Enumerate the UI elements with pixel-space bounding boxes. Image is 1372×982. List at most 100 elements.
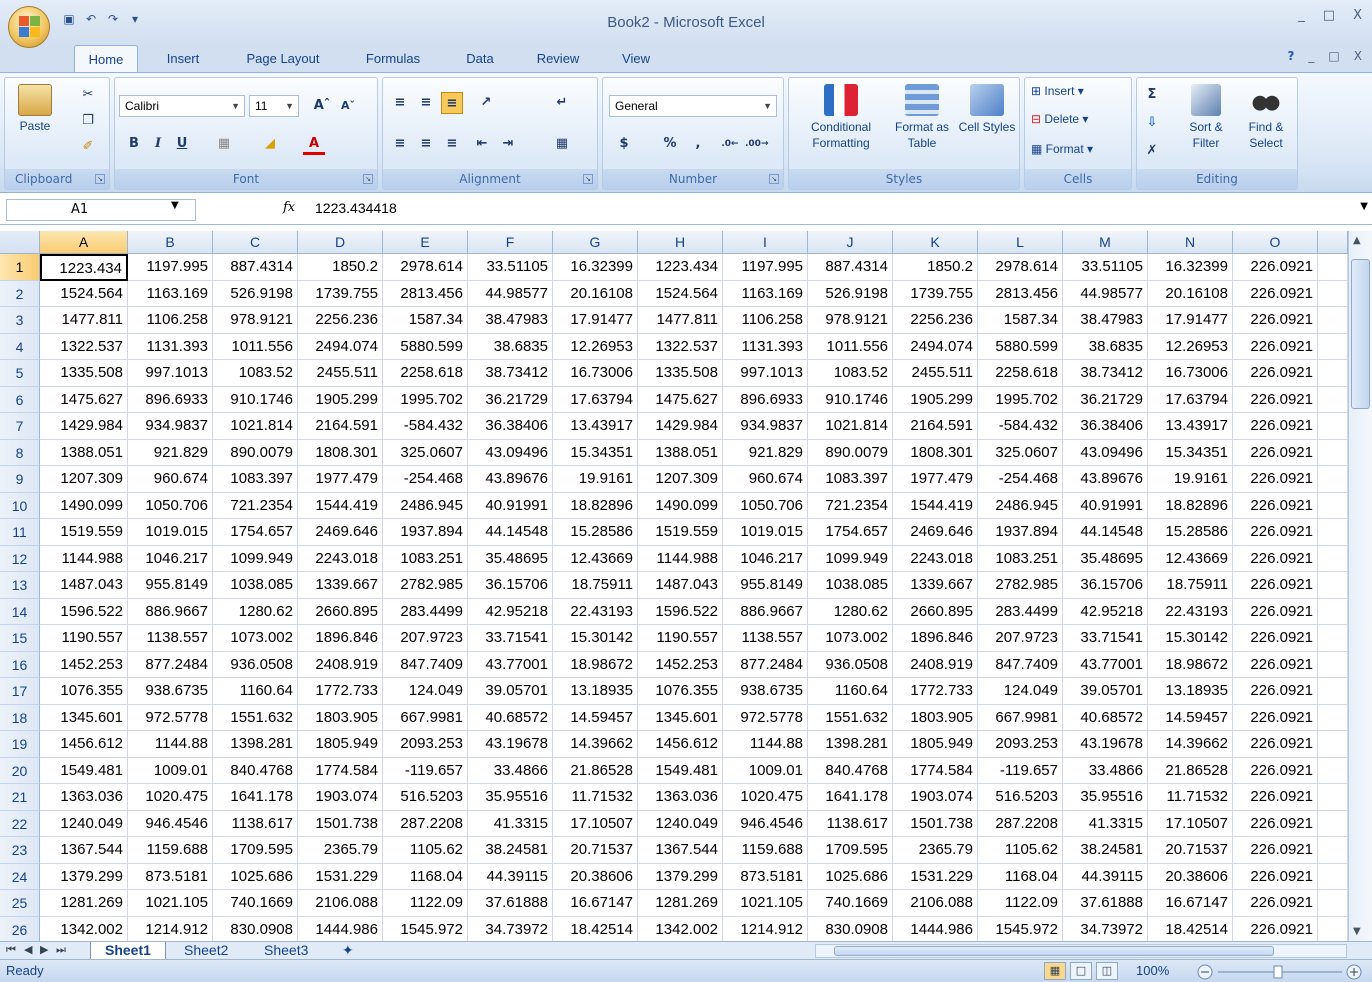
- cell[interactable]: 1545.972: [383, 916, 468, 941]
- cell[interactable]: 33.4866: [1063, 757, 1148, 784]
- cell[interactable]: [1318, 572, 1348, 599]
- cell[interactable]: -119.657: [978, 757, 1063, 784]
- horizontal-scrollbar[interactable]: [815, 944, 1347, 958]
- cell[interactable]: 972.5778: [128, 704, 213, 731]
- cell[interactable]: 873.5181: [723, 863, 808, 890]
- cell[interactable]: 20.71537: [1148, 837, 1233, 864]
- clipboard-launcher[interactable]: ↘: [95, 174, 105, 184]
- scroll-up-icon[interactable]: ▲: [1353, 235, 1361, 246]
- cell[interactable]: 1475.627: [638, 386, 723, 413]
- cell[interactable]: 1490.099: [40, 492, 128, 519]
- cell[interactable]: 226.0921: [1233, 598, 1318, 625]
- cell[interactable]: 2782.985: [978, 572, 1063, 599]
- cell[interactable]: 1803.905: [298, 704, 383, 731]
- row-header[interactable]: 17: [0, 678, 40, 705]
- cell[interactable]: 2469.646: [298, 519, 383, 546]
- cell[interactable]: 1106.258: [723, 307, 808, 334]
- cell[interactable]: 1739.755: [298, 280, 383, 307]
- cell[interactable]: 13.43917: [1148, 413, 1233, 440]
- cell[interactable]: 18.98672: [1148, 651, 1233, 678]
- cell[interactable]: 516.5203: [383, 784, 468, 811]
- cell[interactable]: 2243.018: [893, 545, 978, 572]
- cell[interactable]: 1477.811: [40, 307, 128, 334]
- cell[interactable]: 1322.537: [638, 333, 723, 360]
- cell[interactable]: 1531.229: [893, 863, 978, 890]
- column-header[interactable]: G: [553, 231, 638, 254]
- cell[interactable]: [1318, 757, 1348, 784]
- cell[interactable]: 36.21729: [1063, 386, 1148, 413]
- italic-button[interactable]: I: [147, 133, 169, 155]
- cell[interactable]: 1207.309: [40, 466, 128, 493]
- column-header[interactable]: H: [638, 231, 723, 254]
- cell[interactable]: 36.38406: [1063, 413, 1148, 440]
- cell[interactable]: 1159.688: [723, 837, 808, 864]
- cell[interactable]: 1011.556: [808, 333, 893, 360]
- cell[interactable]: 877.2484: [128, 651, 213, 678]
- cell[interactable]: 1046.217: [128, 545, 213, 572]
- first-sheet-icon[interactable]: ⏮: [6, 943, 16, 957]
- row-header[interactable]: 11: [0, 519, 40, 546]
- cell-styles-button[interactable]: Cell Styles: [957, 84, 1017, 135]
- cell[interactable]: 1335.508: [638, 360, 723, 387]
- cell[interactable]: 2093.253: [978, 731, 1063, 758]
- cell[interactable]: 1144.88: [723, 731, 808, 758]
- cell[interactable]: 1490.099: [638, 492, 723, 519]
- cell[interactable]: 1544.419: [298, 492, 383, 519]
- comma-button[interactable]: ,: [687, 133, 709, 155]
- cell[interactable]: 16.73006: [553, 360, 638, 387]
- cell[interactable]: 226.0921: [1233, 413, 1318, 440]
- cell[interactable]: 2978.614: [383, 254, 468, 281]
- row-header[interactable]: 3: [0, 307, 40, 334]
- minimize-button[interactable]: _: [1298, 8, 1305, 23]
- cell[interactable]: 36.38406: [468, 413, 553, 440]
- cell[interactable]: 934.9837: [128, 413, 213, 440]
- cell[interactable]: 1322.537: [40, 333, 128, 360]
- cell[interactable]: 1641.178: [213, 784, 298, 811]
- row-header[interactable]: 16: [0, 651, 40, 678]
- cell[interactable]: 1772.733: [298, 678, 383, 705]
- cell[interactable]: 12.26953: [553, 333, 638, 360]
- cell[interactable]: 226.0921: [1233, 492, 1318, 519]
- formula-input[interactable]: 1223.434418: [315, 200, 397, 216]
- cell[interactable]: 1977.479: [298, 466, 383, 493]
- cell[interactable]: 1774.584: [893, 757, 978, 784]
- cell[interactable]: 17.10507: [553, 810, 638, 837]
- cell[interactable]: 283.4499: [383, 598, 468, 625]
- expand-formula-bar-icon[interactable]: ▼: [1360, 201, 1368, 212]
- cell[interactable]: 2164.591: [893, 413, 978, 440]
- cell[interactable]: 1977.479: [893, 466, 978, 493]
- sheet-tab-sheet1[interactable]: Sheet1: [90, 942, 166, 960]
- cell[interactable]: 2660.895: [893, 598, 978, 625]
- cell[interactable]: 1487.043: [638, 572, 723, 599]
- cell[interactable]: 667.9981: [383, 704, 468, 731]
- cell[interactable]: -584.432: [383, 413, 468, 440]
- cell[interactable]: 938.6735: [128, 678, 213, 705]
- cell[interactable]: 1342.002: [40, 916, 128, 941]
- cell[interactable]: 16.73006: [1148, 360, 1233, 387]
- cell[interactable]: 43.77001: [468, 651, 553, 678]
- cell[interactable]: 124.049: [383, 678, 468, 705]
- cell[interactable]: 1019.015: [723, 519, 808, 546]
- cell[interactable]: 1020.475: [723, 784, 808, 811]
- cell[interactable]: 226.0921: [1233, 863, 1318, 890]
- cell[interactable]: 972.5778: [723, 704, 808, 731]
- cell[interactable]: 2494.074: [298, 333, 383, 360]
- cell[interactable]: 1905.299: [893, 386, 978, 413]
- last-sheet-icon[interactable]: ⏭: [56, 943, 66, 957]
- cell[interactable]: 1076.355: [40, 678, 128, 705]
- cell[interactable]: 1214.912: [128, 916, 213, 941]
- cell[interactable]: 877.2484: [723, 651, 808, 678]
- cell[interactable]: 516.5203: [978, 784, 1063, 811]
- cell[interactable]: 1398.281: [808, 731, 893, 758]
- cell[interactable]: 18.82896: [553, 492, 638, 519]
- row-header[interactable]: 18: [0, 704, 40, 731]
- cell[interactable]: [1318, 466, 1348, 493]
- autosum-button[interactable]: Σ: [1141, 84, 1163, 106]
- cell[interactable]: 1105.62: [978, 837, 1063, 864]
- cell[interactable]: 1805.949: [298, 731, 383, 758]
- cell[interactable]: 1596.522: [638, 598, 723, 625]
- cell[interactable]: 938.6735: [723, 678, 808, 705]
- cell[interactable]: 11.71532: [1148, 784, 1233, 811]
- cell[interactable]: 42.95218: [1063, 598, 1148, 625]
- cell[interactable]: 1739.755: [893, 280, 978, 307]
